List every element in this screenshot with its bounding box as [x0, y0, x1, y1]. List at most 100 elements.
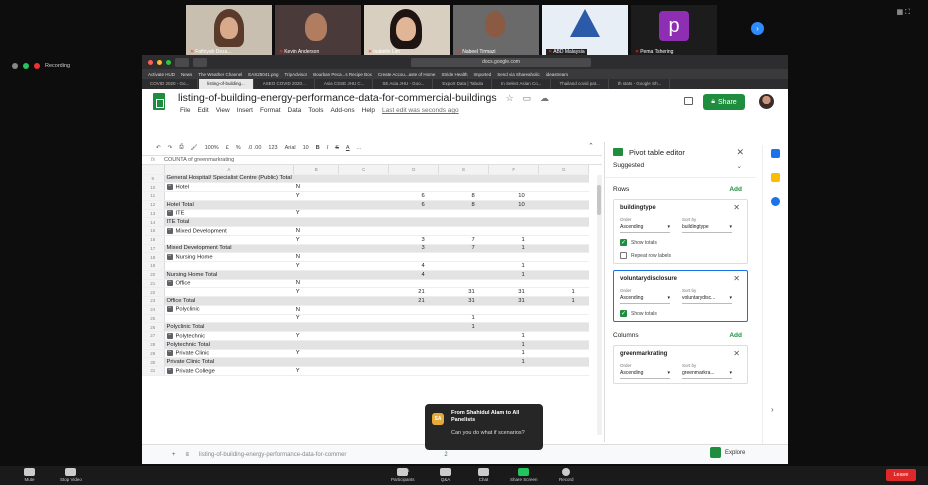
collapse-group-icon[interactable]: − — [166, 349, 173, 357]
corner-cell[interactable] — [142, 165, 165, 175]
comments-icon[interactable] — [684, 97, 693, 105]
cell-buildingtype[interactable]: ITE Total — [164, 217, 294, 227]
participant-tile[interactable]: ✕ABD Malaysia — [542, 5, 628, 57]
all-sheets-icon[interactable]: ≡ — [186, 452, 190, 458]
share-screen-button[interactable]: Share Screen — [510, 468, 538, 482]
cell-voluntarydisclosure[interactable]: Y — [293, 331, 339, 341]
cell-buildingtype[interactable]: Office Total — [164, 296, 294, 306]
collapse-group-icon[interactable]: − — [166, 279, 173, 287]
bookmark-item[interactable]: News — [181, 72, 192, 77]
participant-tile[interactable]: ✕Kevin Anderson — [275, 5, 361, 57]
cell-value[interactable]: 31 — [438, 296, 489, 306]
avatar[interactable] — [759, 94, 774, 109]
browser-tab[interactable]: th stats - Google Sh... — [610, 79, 671, 89]
cell[interactable] — [338, 366, 389, 376]
cell-voluntarydisclosure[interactable] — [293, 270, 339, 280]
view-options-icon[interactable]: ▦ ⛶ — [897, 8, 910, 17]
cell-value[interactable]: 1 — [488, 357, 539, 367]
cell[interactable] — [338, 174, 389, 184]
cell-value[interactable] — [538, 279, 589, 289]
cell-voluntarydisclosure[interactable]: Y — [293, 261, 339, 271]
row-number[interactable]: 23 — [142, 296, 165, 306]
menu-edit[interactable]: Edit — [197, 107, 208, 114]
remove-field-icon[interactable]: ✕ — [733, 274, 740, 283]
cell-value[interactable]: 10 — [488, 191, 539, 201]
stop-video-button[interactable]: Stop Video — [60, 468, 82, 482]
maximize-window-icon[interactable] — [166, 59, 171, 65]
cell-buildingtype[interactable] — [164, 235, 294, 245]
collapse-group-icon[interactable]: − — [166, 209, 173, 217]
show-totals-checkbox[interactable]: ✓ — [620, 239, 627, 246]
row-number[interactable]: 27 — [142, 331, 165, 341]
bookmark-item[interactable]: Bourban Peca...s Recipe Box — [313, 72, 372, 77]
cell-value[interactable]: 1 — [488, 244, 539, 254]
cell-value[interactable] — [438, 209, 489, 219]
cell-value[interactable]: 1 — [488, 331, 539, 341]
cell-value[interactable] — [538, 349, 589, 359]
cell-value[interactable] — [538, 226, 589, 236]
bookmark-item[interactable]: TripAdvisor — [285, 72, 308, 77]
cell-buildingtype[interactable]: − Private Clinic — [164, 349, 294, 359]
bookmark-item[interactable]: ideastream — [546, 72, 568, 77]
cell-value[interactable] — [388, 366, 439, 376]
cell-value[interactable]: 8 — [438, 191, 489, 201]
cell-value[interactable]: 4 — [388, 270, 439, 280]
cell[interactable] — [338, 287, 389, 297]
number-format-select[interactable]: 123 — [268, 145, 277, 151]
cell-value[interactable] — [488, 366, 539, 376]
italic-button[interactable]: I — [327, 145, 329, 151]
share-button[interactable]: 🔒︎ Share — [703, 94, 745, 110]
browser-tab[interactable]: Thailand covid pat... — [552, 79, 609, 89]
sheet-tab[interactable]: listing-of-building-energy-performance-d… — [199, 452, 346, 458]
cell[interactable] — [338, 331, 389, 341]
sidebar-button[interactable] — [193, 57, 207, 67]
leave-button[interactable]: Leave — [886, 469, 916, 481]
cell-value[interactable] — [538, 366, 589, 376]
qa-button[interactable]: Q&A — [440, 468, 451, 482]
cell-value[interactable] — [388, 340, 439, 350]
cell-value[interactable] — [538, 270, 589, 280]
menu-insert[interactable]: Insert — [237, 107, 253, 114]
cloud-status-icon[interactable]: ☁ — [540, 93, 549, 103]
cell-value[interactable] — [538, 305, 589, 315]
cell-voluntarydisclosure[interactable]: N — [293, 279, 339, 289]
participant-tile[interactable]: ✕Nabeel Tirmazi — [453, 5, 539, 57]
row-number[interactable]: 29 — [142, 349, 165, 359]
cell-voluntarydisclosure[interactable]: Y — [293, 366, 339, 376]
cell[interactable] — [338, 322, 389, 332]
row-number[interactable]: 19 — [142, 261, 165, 271]
cell-value[interactable] — [388, 252, 439, 262]
suggested-label[interactable]: Suggested — [613, 162, 644, 169]
remove-field-icon[interactable]: ✕ — [733, 349, 740, 358]
cell[interactable] — [338, 340, 389, 350]
browser-tab[interactable]: In Select Asian Co... — [493, 79, 551, 89]
cell[interactable] — [338, 305, 389, 315]
browser-tab[interactable]: ASEO COVID 2020... — [255, 79, 315, 89]
text-color-button[interactable]: A — [346, 145, 350, 151]
column-header[interactable]: A — [164, 165, 295, 175]
cell-voluntarydisclosure[interactable]: Y — [293, 349, 339, 359]
cell-value[interactable]: 1 — [438, 314, 489, 324]
column-header[interactable]: D — [388, 165, 440, 175]
menu-file[interactable]: File — [180, 107, 190, 114]
cell-voluntarydisclosure[interactable]: N — [293, 252, 339, 262]
formula-input[interactable]: COUNTA of greenmarkrating — [164, 157, 234, 163]
spreadsheet-grid[interactable]: A B C D E F G 9 General Hospital/ Special… — [142, 165, 597, 435]
row-number[interactable]: 17 — [142, 244, 165, 254]
cell-buildingtype[interactable]: − Hotel — [164, 182, 294, 192]
cell-value[interactable]: 3 — [388, 244, 439, 254]
close-icon[interactable]: ✕ — [736, 147, 744, 158]
cell-value[interactable] — [488, 182, 539, 192]
calendar-icon[interactable] — [771, 149, 780, 158]
cell-value[interactable] — [388, 322, 439, 332]
security-icon[interactable] — [23, 63, 29, 69]
cell-value[interactable] — [438, 279, 489, 289]
row-number[interactable]: 13 — [142, 209, 165, 219]
cell-voluntarydisclosure[interactable] — [293, 296, 339, 306]
decimal-buttons[interactable]: .0 .00 — [248, 145, 262, 151]
bold-button[interactable]: B — [316, 145, 320, 151]
menu-addons[interactable]: Add-ons — [330, 107, 354, 114]
cell-value[interactable]: 1 — [438, 322, 489, 332]
cell[interactable] — [338, 209, 389, 219]
collapse-menu-icon[interactable]: ⌃ — [588, 142, 594, 150]
